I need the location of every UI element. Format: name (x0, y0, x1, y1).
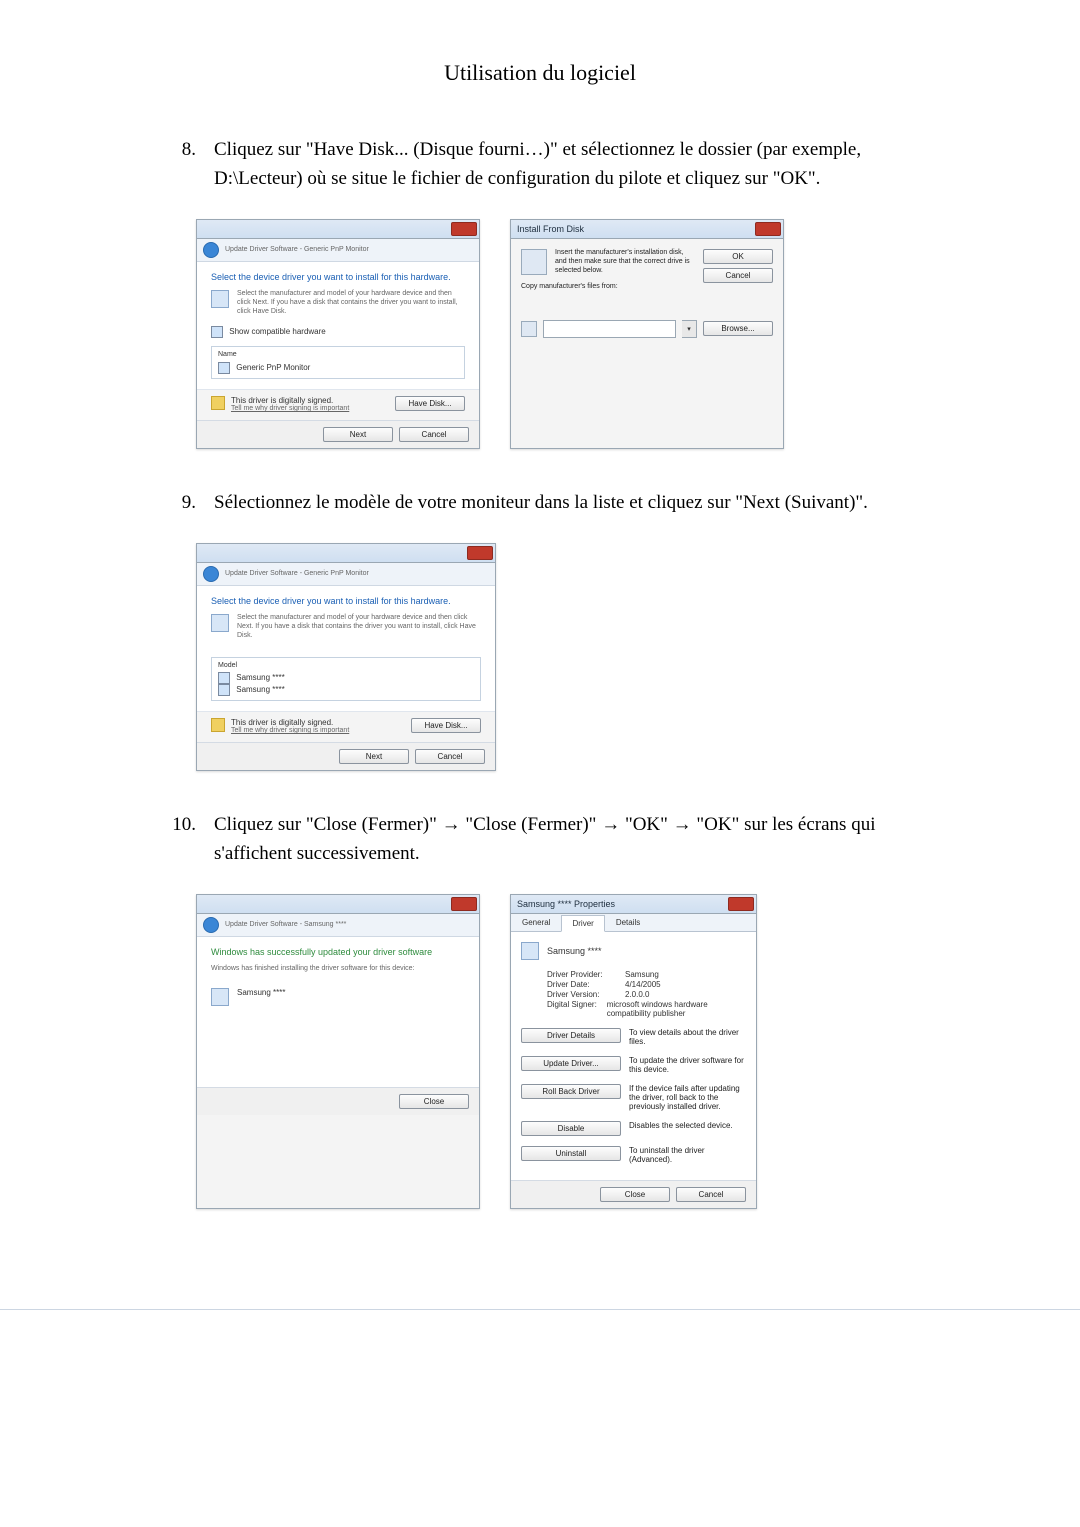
update-driver-button[interactable]: Update Driver... (521, 1056, 621, 1071)
shield-icon (211, 718, 225, 732)
show-compatible-checkbox[interactable] (211, 326, 223, 338)
kv-key: Driver Provider: (547, 970, 625, 979)
uninstall-button[interactable]: Uninstall (521, 1146, 621, 1161)
close-icon[interactable] (467, 546, 493, 560)
cancel-button[interactable]: Cancel (415, 749, 485, 764)
model-item[interactable]: Samsung **** (236, 673, 284, 682)
wizard-hint: Select the manufacturer and model of you… (237, 290, 465, 316)
close-icon[interactable] (451, 897, 477, 911)
action-desc: If the device fails after updating the d… (629, 1084, 746, 1111)
driver-list[interactable]: Name Generic PnP Monitor (211, 346, 465, 379)
ok-button[interactable]: OK (703, 249, 773, 264)
have-disk-button[interactable]: Have Disk... (395, 396, 465, 411)
roll-back-driver-button[interactable]: Roll Back Driver (521, 1084, 621, 1099)
cancel-button[interactable]: Cancel (676, 1187, 746, 1202)
step-text: Cliquez sur "Close (Fermer)" → "Close (F… (214, 811, 940, 868)
step-text: Cliquez sur "Have Disk... (Disque fourni… (214, 136, 940, 193)
signed-label: This driver is digitally signed. (231, 718, 349, 727)
dialog-message: Insert the manufacturer's installation d… (555, 249, 695, 275)
tab-general[interactable]: General (511, 914, 561, 931)
step-number: 9. (140, 489, 214, 518)
update-driver-window: Update Driver Software - Generic PnP Mon… (196, 219, 480, 449)
column-header: Name (218, 351, 458, 360)
kv-value: 2.0.0.0 (625, 990, 649, 999)
kv-key: Driver Date: (547, 980, 625, 989)
device-name: Samsung **** (237, 988, 285, 997)
next-button[interactable]: Next (339, 749, 409, 764)
action-desc: To view details about the driver files. (629, 1028, 746, 1046)
model-item[interactable]: Samsung **** (236, 685, 284, 694)
dialog-title: Samsung **** Properties (517, 899, 615, 909)
wizard-hint: Select the manufacturer and model of you… (237, 614, 481, 640)
close-button[interactable]: Close (399, 1094, 469, 1109)
close-icon[interactable] (755, 222, 781, 236)
cancel-button[interactable]: Cancel (399, 427, 469, 442)
have-disk-button[interactable]: Have Disk... (411, 718, 481, 733)
kv-key: Digital Signer: (547, 1000, 607, 1018)
why-signing-link[interactable]: Tell me why driver signing is important (231, 405, 349, 414)
action-desc: To update the driver software for this d… (629, 1056, 746, 1074)
close-icon[interactable] (451, 222, 477, 236)
device-name: Samsung **** (547, 946, 602, 956)
kv-value: Samsung (625, 970, 659, 979)
kv-value: microsoft windows hardware compatibility… (607, 1000, 746, 1018)
success-title: Windows has successfully updated your dr… (211, 947, 465, 957)
step-number: 10. (140, 811, 214, 868)
success-hint: Windows has finished installing the driv… (211, 965, 465, 974)
dropdown-caret-icon[interactable]: ▾ (682, 320, 697, 338)
monitor-properties-dialog: Samsung **** Properties General Driver D… (510, 894, 757, 1209)
copy-from-label: Copy manufacturer's files from: (521, 283, 773, 292)
action-desc: Disables the selected device. (629, 1121, 746, 1130)
step-text: Sélectionnez le modèle de votre moniteur… (214, 489, 940, 518)
monitor-icon (521, 942, 539, 960)
back-icon[interactable] (203, 242, 219, 258)
disable-button[interactable]: Disable (521, 1121, 621, 1136)
device-icon (211, 614, 229, 632)
show-compatible-label: Show compatible hardware (229, 327, 326, 336)
dialog-title: Install From Disk (517, 224, 584, 234)
kv-value: 4/14/2005 (625, 980, 661, 989)
wizard-title: Select the device driver you want to ins… (211, 272, 465, 282)
driver-item[interactable]: Generic PnP Monitor (236, 363, 310, 372)
column-header: Model (218, 662, 474, 671)
footer-rule (0, 1309, 1080, 1310)
device-icon (211, 290, 229, 308)
wizard-title: Select the device driver you want to ins… (211, 596, 481, 606)
back-icon[interactable] (203, 917, 219, 933)
device-icon (211, 988, 229, 1006)
why-signing-link[interactable]: Tell me why driver signing is important (231, 727, 349, 736)
step-number: 8. (140, 136, 214, 193)
page-header: Utilisation du logiciel (140, 60, 940, 86)
breadcrumb: Update Driver Software - Generic PnP Mon… (225, 570, 369, 579)
signed-label: This driver is digitally signed. (231, 396, 349, 405)
tab-details[interactable]: Details (605, 914, 651, 931)
drive-icon (521, 321, 537, 337)
next-button[interactable]: Next (323, 427, 393, 442)
kv-key: Driver Version: (547, 990, 625, 999)
back-icon[interactable] (203, 566, 219, 582)
shield-icon (211, 396, 225, 410)
driver-details-button[interactable]: Driver Details (521, 1028, 621, 1043)
model-check-icon (218, 672, 230, 684)
install-from-disk-dialog: Install From Disk Insert the manufacture… (510, 219, 784, 449)
breadcrumb: Update Driver Software - Samsung **** (225, 921, 346, 930)
disk-icon (521, 249, 547, 275)
model-check-icon (218, 684, 230, 696)
action-desc: To uninstall the driver (Advanced). (629, 1146, 746, 1164)
close-icon[interactable] (728, 897, 754, 911)
close-button[interactable]: Close (600, 1187, 670, 1202)
breadcrumb: Update Driver Software - Generic PnP Mon… (225, 246, 369, 255)
browse-button[interactable]: Browse... (703, 321, 773, 336)
tab-driver[interactable]: Driver (561, 915, 604, 932)
select-model-window: Update Driver Software - Generic PnP Mon… (196, 543, 496, 771)
model-list[interactable]: Model Samsung **** Samsung **** (211, 657, 481, 702)
driver-check-icon (218, 362, 230, 374)
cancel-button[interactable]: Cancel (703, 268, 773, 283)
path-input[interactable] (543, 320, 676, 338)
driver-updated-window: Update Driver Software - Samsung **** Wi… (196, 894, 480, 1209)
